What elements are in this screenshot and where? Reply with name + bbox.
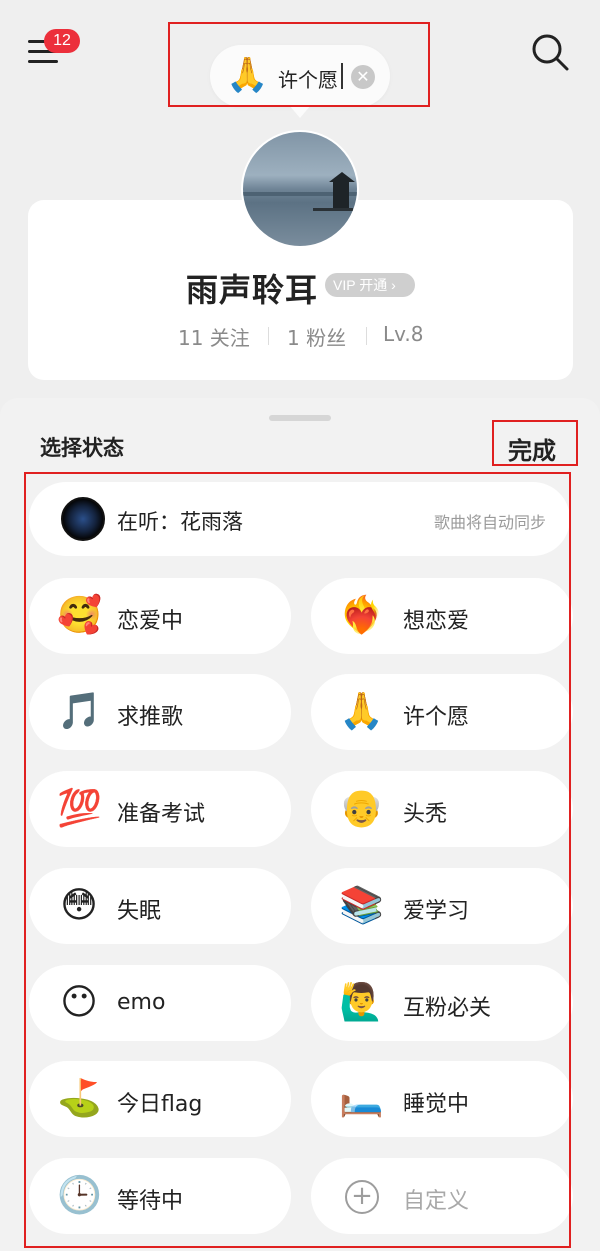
avatar[interactable] [241,130,359,248]
done-button[interactable]: 完成 [508,431,556,466]
notification-badge: 12 [44,29,80,53]
fans-count[interactable]: 1 粉丝 [287,322,346,351]
following-count[interactable]: 11 关注 [178,322,250,351]
status-list-highlight-frame [24,472,571,1248]
search-icon [532,34,569,71]
sheet-drag-handle[interactable] [269,415,331,421]
search-button[interactable] [530,32,570,72]
wish-highlight-frame [168,22,430,107]
stats-divider [366,327,367,345]
profile-stats: 11 关注 1 粉丝 Lv.8 [0,322,600,352]
avatar-house [333,180,349,210]
avatar-pier [313,208,353,211]
username: 雨声聆耳 [186,271,319,309]
sheet-title: 选择状态 [40,436,124,460]
menu-icon-bar [28,60,58,63]
vip-open-button[interactable]: VIP 开通 › [325,273,415,297]
stats-divider [268,327,269,345]
level-badge[interactable]: Lv.8 [383,322,424,346]
